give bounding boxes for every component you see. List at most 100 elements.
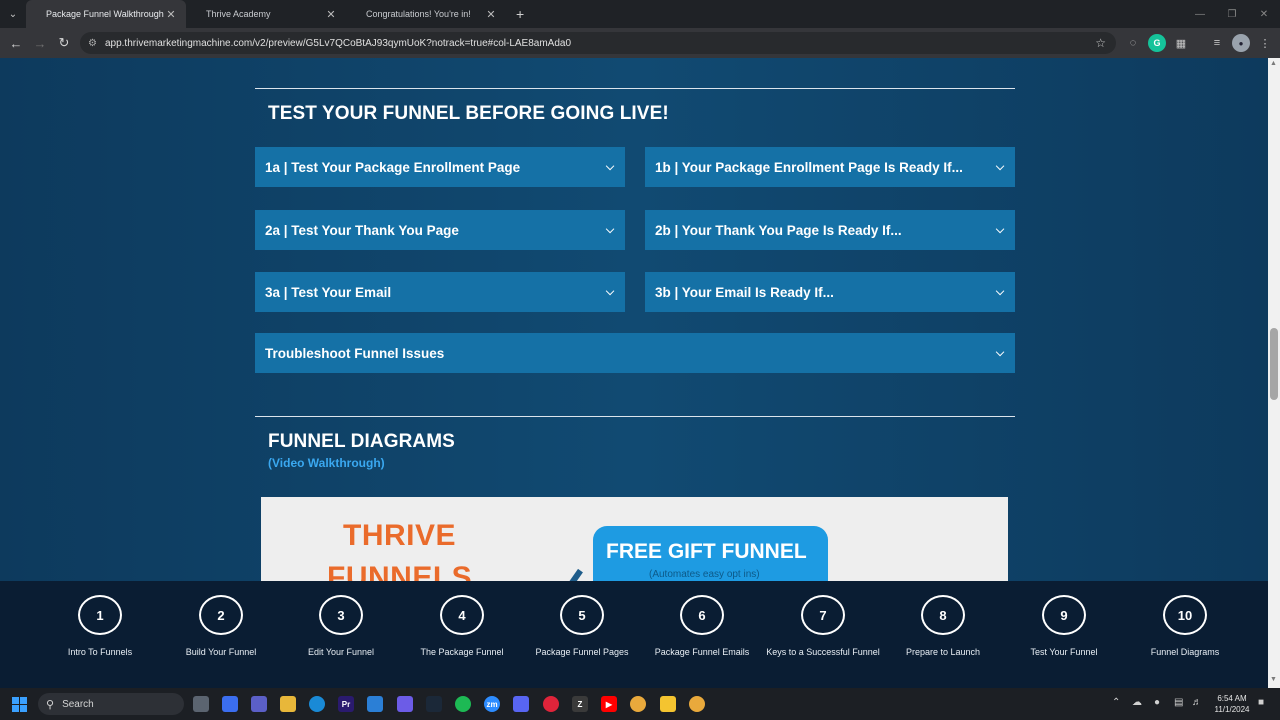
app-icon-z[interactable]: Z: [572, 696, 588, 712]
windows-start-icon[interactable]: [12, 697, 27, 712]
video-walkthrough-link[interactable]: (Video Walkthrough): [268, 456, 385, 470]
close-icon[interactable]: ✕: [324, 8, 338, 21]
loading-icon: ◌: [1129, 37, 1137, 49]
step-2[interactable]: 2 Build Your Funnel: [161, 581, 281, 688]
step-8[interactable]: 8 Prepare to Launch: [883, 581, 1003, 688]
zoom-icon[interactable]: zm: [484, 696, 500, 712]
bookmark-star-icon[interactable]: ☆: [1095, 36, 1106, 50]
close-icon[interactable]: ✕: [164, 8, 178, 21]
tray-app-icon[interactable]: ☁: [1132, 697, 1142, 708]
chevron-down-icon: ⌵: [605, 285, 615, 298]
accordion-label: 2a | Test Your Thank You Page: [265, 222, 459, 238]
file-explorer-icon[interactable]: [280, 696, 296, 712]
accordion-2a[interactable]: 2a | Test Your Thank You Page ⌵: [255, 210, 625, 250]
accordion-1a[interactable]: 1a | Test Your Package Enrollment Page ⌵: [255, 147, 625, 187]
volume-icon[interactable]: ♬: [1192, 697, 1202, 708]
notifications-icon[interactable]: ■: [1258, 697, 1264, 708]
url-text: app.thrivemarketingmachine.com/v2/previe…: [104, 37, 572, 49]
accordion-1b[interactable]: 1b | Your Package Enrollment Page Is Rea…: [645, 147, 1015, 187]
section-divider: [255, 416, 1015, 417]
chevron-down-icon: ⌵: [605, 223, 615, 236]
step-label: Funnel Diagrams: [1150, 647, 1220, 657]
step-label: Package Funnel Emails: [654, 647, 750, 657]
accordion-2b[interactable]: 2b | Your Thank You Page Is Ready If... …: [645, 210, 1015, 250]
grammarly-icon[interactable]: G: [1148, 34, 1166, 52]
step-number: 8: [921, 595, 965, 635]
step-5[interactable]: 5 Package Funnel Pages: [522, 581, 642, 688]
edge-icon[interactable]: [309, 696, 325, 712]
step-4[interactable]: 4 The Package Funnel: [402, 581, 522, 688]
tray-chevron-up-icon[interactable]: ⌃: [1112, 697, 1120, 708]
funnels-logo-text: FUNNELS: [327, 561, 473, 581]
taskbar-clock[interactable]: 6:54 AM 11/1/2024: [1210, 693, 1254, 715]
accordion-troubleshoot[interactable]: Troubleshoot Funnel Issues ⌵: [255, 333, 1015, 373]
tab-package-funnel-walkthrough[interactable]: Package Funnel Walkthrough (S ✕: [26, 0, 186, 28]
accordion-label: 3b | Your Email Is Ready If...: [655, 284, 834, 300]
diagram-arrow: [555, 568, 583, 581]
sticky-notes-icon[interactable]: [660, 696, 676, 712]
accordion-3a[interactable]: 3a | Test Your Email ⌵: [255, 272, 625, 312]
premiere-icon[interactable]: Pr: [338, 696, 354, 712]
new-tab-button[interactable]: +: [516, 6, 524, 22]
spotify-icon[interactable]: [455, 696, 471, 712]
media-controls-icon[interactable]: ≡: [1208, 34, 1226, 52]
site-info-icon[interactable]: ⚙: [88, 38, 97, 49]
back-icon[interactable]: ←: [4, 36, 28, 51]
restore-icon[interactable]: ❐: [1216, 0, 1248, 28]
reload-icon[interactable]: ↻: [52, 35, 76, 51]
step-label: Package Funnel Pages: [535, 647, 629, 657]
chrome-profile-icon[interactable]: [689, 696, 705, 712]
accordion-label: Troubleshoot Funnel Issues: [265, 345, 445, 361]
address-bar[interactable]: ⚙ app.thrivemarketingmachine.com/v2/prev…: [80, 32, 1116, 54]
tab-thrive-academy[interactable]: Thrive Academy ✕: [186, 0, 346, 28]
tab-congratulations[interactable]: Congratulations! You're in! ✕: [346, 0, 506, 28]
step-7[interactable]: 7 Keys to a Successful Funnel: [763, 581, 883, 688]
tab-title: Congratulations! You're in!: [366, 9, 471, 19]
accordion-label: 1b | Your Package Enrollment Page Is Rea…: [655, 159, 963, 175]
step-9[interactable]: 9 Test Your Funnel: [1004, 581, 1124, 688]
close-window-icon[interactable]: ✕: [1248, 0, 1280, 28]
step-6[interactable]: 6 Package Funnel Emails: [642, 581, 762, 688]
taskbar-search[interactable]: ⚲ Search: [38, 693, 184, 715]
steam-icon[interactable]: [426, 696, 442, 712]
step-navigation-bar: 1 Intro To Funnels 2 Build Your Funnel 3…: [0, 581, 1268, 688]
accordion-3b[interactable]: 3b | Your Email Is Ready If... ⌵: [645, 272, 1015, 312]
step-label: Build Your Funnel: [185, 647, 257, 657]
step-10[interactable]: 10 Funnel Diagrams: [1125, 581, 1245, 688]
scrollbar-thumb[interactable]: [1270, 328, 1278, 400]
app-icon[interactable]: [397, 696, 413, 712]
accordion-label: 2b | Your Thank You Page Is Ready If...: [655, 222, 902, 238]
minimize-icon[interactable]: —: [1184, 0, 1216, 28]
step-number: 3: [319, 595, 363, 635]
scroll-up-icon[interactable]: ▲: [1270, 60, 1277, 67]
microphone-icon[interactable]: ●: [1154, 697, 1160, 708]
step-1[interactable]: 1 Intro To Funnels: [40, 581, 160, 688]
task-view-icon[interactable]: [193, 696, 209, 712]
opera-icon[interactable]: [543, 696, 559, 712]
tab-title: Thrive Academy: [206, 9, 271, 19]
tab-title: Package Funnel Walkthrough (S: [46, 9, 164, 19]
step-3[interactable]: 3 Edit Your Funnel: [281, 581, 401, 688]
page-content: TEST YOUR FUNNEL BEFORE GOING LIVE! 1a |…: [0, 58, 1268, 581]
forward-icon[interactable]: →: [28, 36, 52, 51]
diagrams-section-title: FUNNEL DIAGRAMS: [268, 431, 455, 452]
page-scrollbar[interactable]: ▲ ▼: [1268, 58, 1280, 688]
menu-kebab-icon[interactable]: ⋮: [1256, 34, 1274, 52]
teams-icon[interactable]: [251, 696, 267, 712]
chevron-down-icon: ⌵: [995, 346, 1005, 359]
tab-search-icon[interactable]: ⌄: [0, 0, 26, 28]
network-icon[interactable]: ▤: [1174, 697, 1183, 708]
chevron-down-icon: ⌵: [605, 160, 615, 173]
copilot-icon[interactable]: [222, 696, 238, 712]
test-section-title: TEST YOUR FUNNEL BEFORE GOING LIVE!: [268, 103, 669, 124]
profile-avatar[interactable]: ●: [1232, 34, 1250, 52]
step-number: 5: [560, 595, 604, 635]
close-icon[interactable]: ✕: [484, 8, 498, 21]
step-label: Keys to a Successful Funnel: [766, 647, 880, 657]
scroll-down-icon[interactable]: ▼: [1270, 676, 1277, 683]
store-icon[interactable]: [367, 696, 383, 712]
youtube-icon[interactable]: ▶: [601, 696, 617, 712]
discord-icon[interactable]: [513, 696, 529, 712]
chrome-icon[interactable]: [630, 696, 646, 712]
extensions-icon[interactable]: ▦: [1172, 34, 1190, 52]
